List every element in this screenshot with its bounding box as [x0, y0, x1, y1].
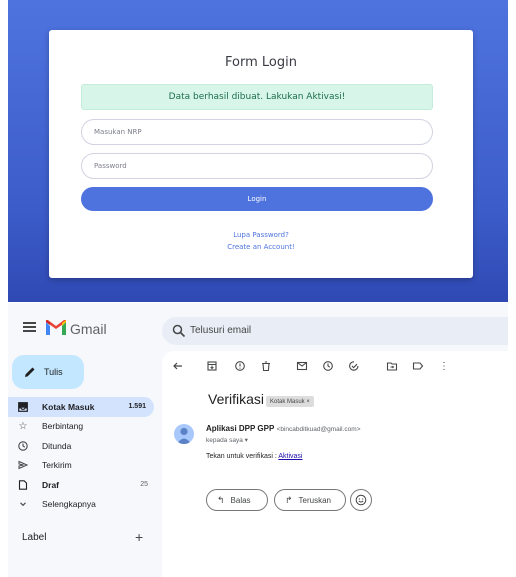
- add-task-icon[interactable]: [348, 360, 360, 372]
- message-toolbar: ⋮: [162, 357, 508, 377]
- send-icon: [18, 460, 28, 470]
- sidebar-item-label: Kotak Masuk: [42, 401, 95, 412]
- sidebar-item-label: Selengkapnya: [42, 499, 96, 510]
- more-options-icon[interactable]: ⋮: [438, 360, 450, 372]
- message-view: ⋮ Verifikasi Kotak Masuk × Aplikasi DPP …: [162, 351, 508, 577]
- sidebar-item-label: Terkirim: [42, 460, 72, 471]
- login-button[interactable]: Login: [81, 187, 433, 211]
- sidebar-item-label: Ditunda: [42, 440, 72, 451]
- archive-icon[interactable]: [206, 360, 218, 372]
- label-icon[interactable]: [412, 360, 424, 372]
- nrp-input[interactable]: [81, 119, 433, 145]
- compose-label: Tulis: [44, 367, 63, 377]
- draft-icon: [18, 480, 28, 490]
- compose-button[interactable]: Tulis: [12, 355, 84, 389]
- snooze-icon[interactable]: [322, 360, 334, 372]
- login-title: Form Login: [225, 55, 297, 70]
- forward-label: Teruskan: [298, 495, 332, 505]
- sidebar-item-sent[interactable]: Terkirim: [8, 456, 156, 476]
- search-placeholder: Telusuri email: [190, 325, 252, 336]
- sidebar-item-label: Berbintang: [42, 421, 84, 432]
- forward-icon: ↱: [285, 494, 293, 505]
- gmail-wordmark: Gmail: [70, 321, 107, 337]
- sidebar-nav: Kotak Masuk 1.591 ☆ Berbintang Ditunda T…: [8, 397, 156, 514]
- pencil-icon: [25, 367, 35, 377]
- reply-icon: ↰: [217, 494, 225, 505]
- menu-icon[interactable]: [23, 322, 36, 332]
- forgot-password-link[interactable]: Lupa Password?: [49, 231, 473, 239]
- avatar: [174, 424, 194, 444]
- activation-link[interactable]: Aktivasi: [278, 453, 302, 460]
- sender-email: <bincabditkuad@gmail.com>: [276, 426, 361, 433]
- back-arrow-icon[interactable]: [172, 360, 184, 372]
- reply-label: Balas: [230, 495, 251, 505]
- draft-count: 25: [140, 481, 148, 489]
- delete-icon[interactable]: [260, 360, 272, 372]
- report-spam-icon[interactable]: [234, 360, 246, 372]
- search-bar[interactable]: Telusuri email: [162, 317, 508, 345]
- inbox-icon: [18, 401, 28, 412]
- sidebar-item-inbox[interactable]: Kotak Masuk 1.591: [8, 397, 154, 417]
- search-icon[interactable]: [172, 324, 186, 338]
- create-account-link[interactable]: Create an Account!: [49, 243, 473, 251]
- login-card: Form Login Data berhasil dibuat. Lakukan…: [49, 30, 473, 278]
- email-body: Tekan untuk verifikasi : Aktivasi: [206, 453, 303, 460]
- password-input[interactable]: [81, 153, 433, 179]
- clock-icon: [18, 441, 28, 451]
- recipient-toggle[interactable]: kepada saya ▾: [206, 436, 248, 444]
- unread-count: 1.591: [128, 403, 146, 411]
- sidebar-item-starred[interactable]: ☆ Berbintang: [8, 417, 156, 437]
- gmail-topbar: Gmail Telusuri email: [8, 303, 508, 347]
- login-background: Form Login Data berhasil dibuat. Lakukan…: [8, 0, 508, 302]
- sidebar-item-label: Draf: [42, 479, 60, 490]
- sidebar-item-drafts[interactable]: Draf 25: [8, 475, 156, 495]
- sender-line: Aplikasi DPP GPP <bincabditkuad@gmail.co…: [206, 424, 361, 433]
- emoji-reaction-button[interactable]: [350, 489, 372, 511]
- chevron-down-icon: [18, 499, 28, 509]
- email-subject: Verifikasi: [208, 391, 265, 407]
- body-text: Tekan untuk verifikasi :: [206, 453, 279, 460]
- reply-button[interactable]: ↰ Balas: [206, 489, 268, 511]
- move-to-icon[interactable]: [386, 360, 398, 372]
- gmail-window: Gmail Telusuri email Tulis Kotak Masuk 1…: [8, 303, 508, 577]
- success-alert: Data berhasil dibuat. Lakukan Aktivasi!: [81, 84, 433, 110]
- sidebar-item-snoozed[interactable]: Ditunda: [8, 436, 156, 456]
- sidebar-item-more[interactable]: Selengkapnya: [8, 495, 156, 515]
- inbox-label-badge[interactable]: Kotak Masuk ×: [266, 396, 314, 407]
- add-label-icon[interactable]: +: [135, 529, 143, 545]
- mark-unread-icon[interactable]: [296, 360, 308, 372]
- gmail-logo-icon: [46, 320, 66, 335]
- star-icon: ☆: [18, 420, 28, 432]
- labels-heading: Label: [22, 532, 47, 543]
- sender-name: Aplikasi DPP GPP: [206, 424, 275, 433]
- emoji-icon: [355, 494, 367, 506]
- forward-button[interactable]: ↱ Teruskan: [274, 489, 346, 511]
